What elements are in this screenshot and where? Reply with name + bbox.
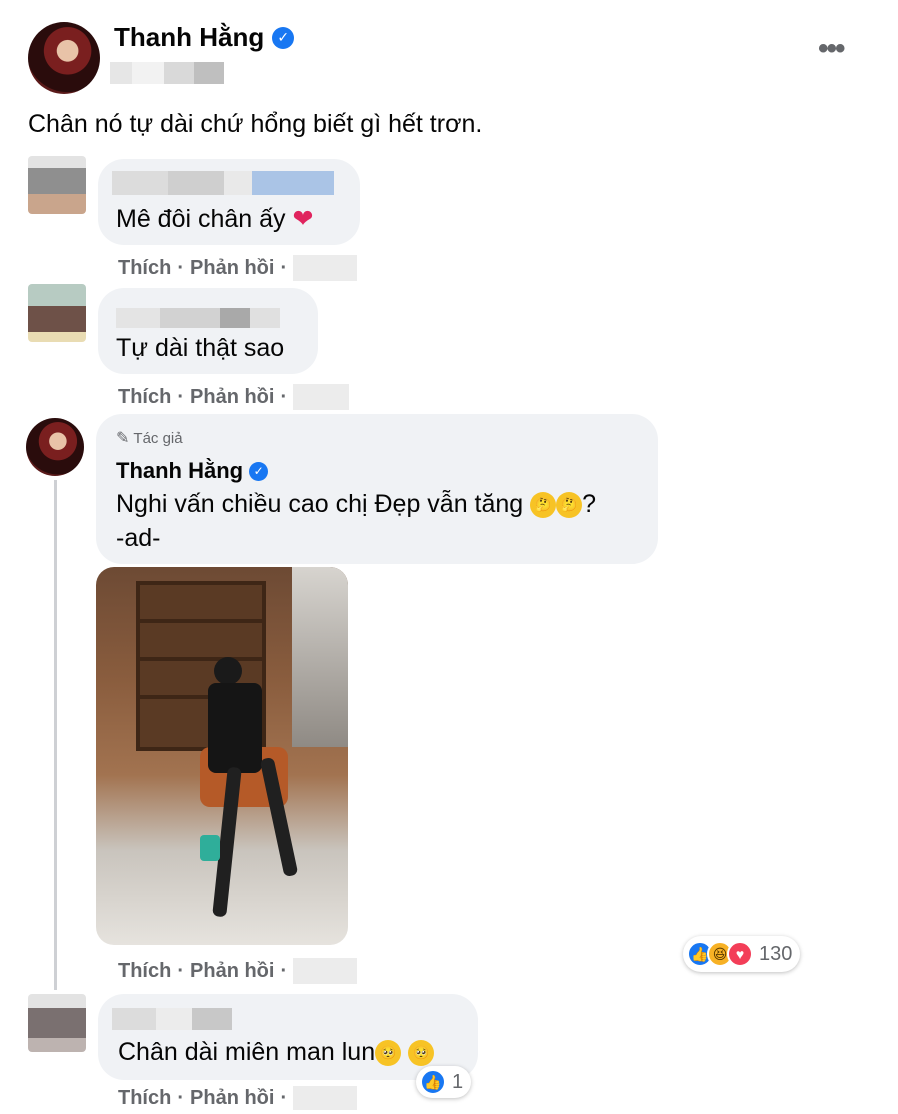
commenter-name-redacted[interactable] [112,1008,252,1030]
more-options-icon[interactable]: ••• [818,32,845,66]
like-button[interactable]: Thích [118,1087,171,1110]
photo-bottle [200,835,220,861]
post-header: Thanh Hằng ✓ [114,22,295,53]
comment-time-redacted[interactable] [293,255,358,281]
comment-bubble: Mê đôi chân ấy ❤ [98,159,360,245]
commenter-avatar-redacted[interactable] [28,284,86,342]
comment-actions: Thích · Phản hồi · [118,958,358,984]
comment-actions: Thích · Phản hồi · [118,1086,358,1110]
reply-button[interactable]: Phản hồi [190,386,274,409]
thread-line [54,480,57,990]
commenter-name-redacted[interactable] [116,308,280,328]
comment-bubble: Tự dài thật sao [98,288,318,374]
heart-emoji-icon: ❤ [292,205,314,233]
comment-time-redacted[interactable] [293,384,350,410]
thinking-emoji-icon: 🤔 [530,492,557,519]
photo-figure-head [214,657,242,685]
reaction-summary[interactable]: 👍 😆 ♥ 130 [683,936,801,972]
reply-button[interactable]: Phản hồi [190,960,274,983]
verified-badge-icon: ✓ [272,26,295,49]
separator: · [280,1086,288,1109]
comment-bubble: Chân dài miên man lun 🥺 🥺 [98,994,478,1080]
commenter-name-redacted[interactable] [112,171,336,195]
comment-actions: Thích · Phản hồi · [118,384,350,410]
author-tag-label: Tác giả [133,429,183,447]
comment-author: Thanh Hằng ✓ [116,458,269,484]
comment-actions: Thích · Phản hồi · [118,255,358,281]
pleading-emoji-icon: 🥺 [375,1040,402,1067]
reply-button[interactable]: Phản hồi [190,1087,274,1110]
love-reaction-icon: ♥ [727,941,753,967]
verified-badge-icon: ✓ [249,461,269,481]
separator: · [280,385,288,408]
like-button[interactable]: Thích [118,386,171,409]
separator: · [177,385,185,408]
comment-author-name[interactable]: Thanh Hằng [116,458,243,484]
comment-photo[interactable] [96,567,348,945]
author-tag: ✎ Tác giả [116,428,183,448]
separator: · [177,1086,185,1109]
reply-button[interactable]: Phản hồi [190,257,274,280]
separator: · [177,959,185,982]
pencil-icon: ✎ [116,430,130,447]
like-reaction-icon: 👍 [420,1069,446,1095]
reaction-count: 130 [759,942,793,965]
post-text: Chân nó tự dài chứ hổng biết gì hết trơn… [28,110,483,138]
author-avatar[interactable] [28,22,100,94]
comment-time-redacted[interactable] [293,1086,358,1110]
separator: · [280,256,288,279]
pleading-emoji-icon: 🥺 [408,1040,435,1067]
reaction-summary[interactable]: 👍 1 [416,1066,472,1098]
separator: · [177,256,185,279]
comment-text-line2: -ad- [116,524,161,552]
thinking-emoji-icon: 🤔 [556,492,583,519]
commenter-avatar-redacted[interactable] [28,994,86,1052]
reaction-count: 1 [452,1070,464,1093]
commenter-avatar-redacted[interactable] [28,156,86,214]
comment-text: Tự dài thật sao [116,334,285,362]
author-name[interactable]: Thanh Hằng [114,22,264,53]
comment-bubble: ✎ Tác giả Thanh Hằng ✓ Nghi vấn chiều ca… [96,414,658,564]
photo-window [292,567,348,747]
like-button[interactable]: Thích [118,960,171,983]
separator: · [280,959,288,982]
comment-text: Mê đôi chân ấy ❤ [116,205,314,233]
comment-time-redacted[interactable] [293,958,358,984]
post-timestamp-redacted [110,62,224,84]
like-button[interactable]: Thích [118,257,171,280]
author-avatar[interactable] [26,418,84,476]
photo-figure-body [208,683,262,773]
comment-text: Chân dài miên man lun 🥺 🥺 [118,1038,435,1067]
comment-text-line1: Nghi vấn chiều cao chị Đẹp vẫn tăng 🤔 🤔? [116,490,597,519]
